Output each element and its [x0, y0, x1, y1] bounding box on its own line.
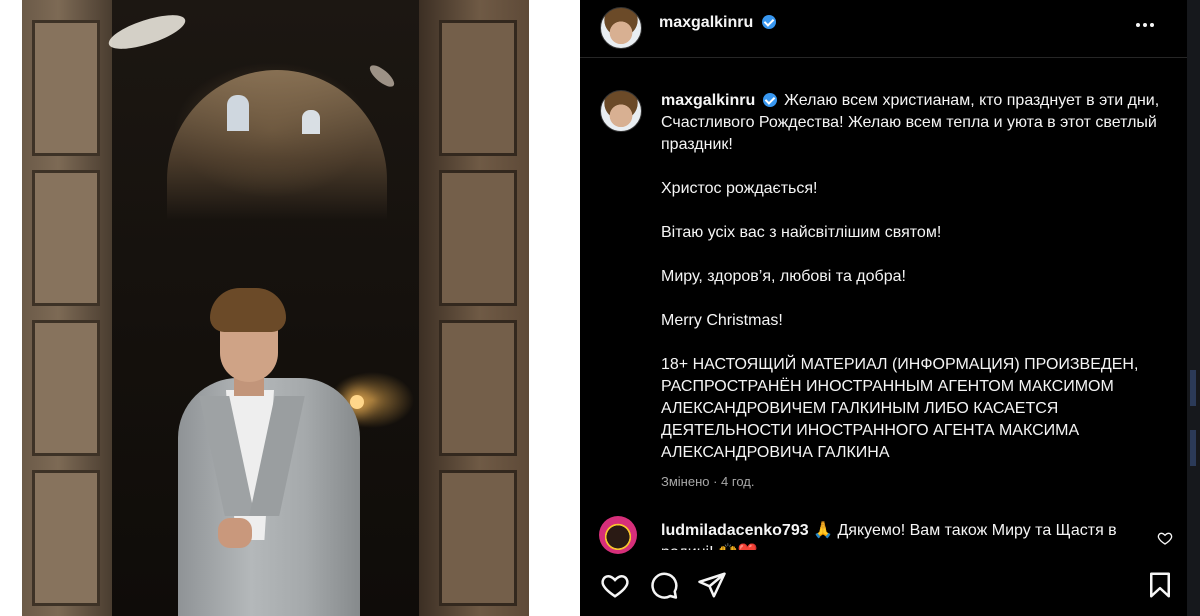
verified-badge-icon: [762, 93, 777, 107]
caption-first-paragraph: maxgalkinru Желаю всем христианам, кто п…: [661, 90, 1161, 156]
caption-paragraph: Миру, здоров’я, любові та добра!: [661, 268, 906, 285]
caption-author-avatar[interactable]: [600, 90, 642, 132]
comment-item: ludmiladacenko793 🙏 Дякуемо! Вам також М…: [661, 520, 1131, 550]
door-panel: [32, 170, 100, 306]
post-actions-bar: [580, 560, 1187, 616]
door-panel: [439, 170, 517, 306]
verified-badge-icon: [761, 15, 776, 29]
caption-paragraph: Merry Christmas!: [661, 312, 783, 329]
share-icon[interactable]: [697, 570, 727, 600]
door-panel: [439, 470, 517, 606]
caption-username[interactable]: maxgalkinru: [661, 92, 755, 109]
man-hair: [210, 288, 286, 332]
door-panel: [32, 320, 100, 456]
background-edge-mark: [1190, 370, 1196, 406]
dove: [366, 61, 398, 91]
door-panel: [32, 470, 100, 606]
comment-icon[interactable]: [649, 570, 679, 600]
author-avatar[interactable]: [600, 7, 642, 49]
post-header: maxgalkinru: [580, 0, 1187, 57]
author-header: maxgalkinru: [659, 14, 776, 32]
caption-disclaimer: 18+ НАСТОЯЩИЙ МАТЕРИАЛ (ИНФОРМАЦИЯ) ПРОИ…: [661, 356, 1139, 461]
dome-window: [227, 95, 249, 131]
heart-icon[interactable]: [600, 570, 630, 600]
post-details-panel: maxgalkinru maxgalkinru Желаю всем христ…: [580, 0, 1187, 616]
more-options-icon[interactable]: [1133, 13, 1157, 37]
post-photo[interactable]: [22, 0, 529, 616]
commenter-username[interactable]: ludmiladacenko793: [661, 522, 809, 539]
dome-arch: [167, 70, 387, 220]
post-caption: maxgalkinru Желаю всем христианам, кто п…: [661, 90, 1161, 486]
dome-window: [302, 110, 320, 134]
caption-paragraph: Вітаю усіх вас з найсвітлішим святом!: [661, 224, 942, 241]
background-edge: [1187, 0, 1200, 616]
commenter-avatar[interactable]: [599, 516, 637, 554]
man-hand: [218, 518, 252, 548]
comment-like-heart-icon[interactable]: [1157, 530, 1173, 546]
edited-timestamp: Змінено · 4 год.: [661, 474, 755, 489]
caption-paragraph: Христос рождається!: [661, 180, 818, 197]
door-panel: [439, 20, 517, 156]
door-panel: [32, 20, 100, 156]
background-edge-mark: [1190, 430, 1196, 466]
dove: [105, 8, 189, 56]
door-right: [419, 0, 529, 616]
header-divider: [580, 57, 1187, 58]
bookmark-icon[interactable]: [1145, 570, 1175, 600]
lamp-light: [350, 395, 364, 409]
author-username[interactable]: maxgalkinru: [659, 14, 753, 31]
door-panel: [439, 320, 517, 456]
door-left: [22, 0, 112, 616]
